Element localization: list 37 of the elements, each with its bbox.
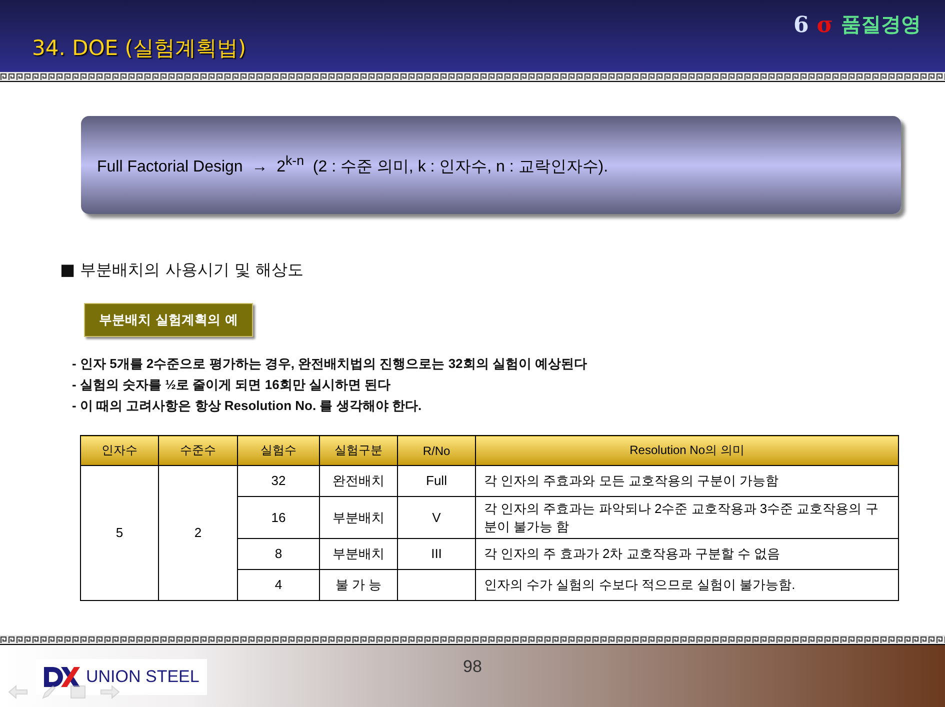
bullet-text: - 실험의 숫자를 ½로 줄이게 되면 16회만 실시하면 된다 (72, 376, 392, 394)
column-header: 실험구분 (320, 436, 398, 466)
column-header: R/No (398, 436, 476, 466)
example-label: 부분배치 실험계획의 예 (84, 303, 254, 337)
table-cell: 5 (80, 466, 158, 601)
table-cell: 16 (238, 496, 320, 539)
table-cell: III (398, 538, 476, 570)
brand-text: 품질경영 (841, 11, 921, 38)
table-cell: 각 인자의 주효과와 모든 교호작용의 구분이 가능함 (476, 466, 898, 496)
table-cell: 부분배치 (320, 538, 398, 570)
page-number: 98 (463, 657, 482, 678)
column-header: 인자수 (80, 436, 158, 466)
table-cell: V (398, 496, 476, 539)
table-cell: 8 (238, 538, 320, 570)
column-header: Resolution No의 의미 (476, 436, 898, 466)
brand-number: 6 (793, 12, 809, 38)
table-cell: 불 가 능 (320, 570, 398, 601)
section-heading: ■ 부분배치의 사용시기 및 해상도 (60, 260, 304, 281)
table-cell: 32 (238, 466, 320, 496)
table-cell: Full (398, 466, 476, 496)
bullet-text: - 인자 5개를 2수준으로 평가하는 경우, 완전배치법의 진행으로는 32회의 실험이 예상된다 (72, 355, 588, 373)
pen-icon[interactable] (42, 685, 56, 699)
table-cell: 완전배치 (320, 466, 398, 496)
logo-mark-icon (44, 665, 80, 689)
column-header: 수준수 (158, 436, 238, 466)
table-cell: 각 인자의 주 효과가 2차 교호작용과 구분할 수 없음 (476, 538, 898, 570)
logo-text: UNION STEEL (86, 667, 200, 687)
table-cell: 각 인자의 주효과는 파악되나 2수준 교호작용과 3수준 교호작용의 구분이 불가능 함 (476, 496, 898, 539)
formula-text: Full Factorial Design → 2$^{k-n}$ (2 : 수준 의미, k : 인자수, n : 교락인자수). (97, 152, 608, 178)
bullet-text: - 이 때의 고려사항은 항상 Resolution No. 를 생각해야 한다. (72, 397, 423, 415)
table-cell: 부분배치 (320, 496, 398, 539)
table-cell: 인자의 수가 실험의 수보다 적으므로 실험이 불가능함. (476, 570, 898, 601)
brand-sigma: σ (816, 12, 833, 38)
table-cell: 4 (238, 570, 320, 601)
column-header: 실험수 (238, 436, 320, 466)
slide-title: 34. DOE (실험계획법) (32, 35, 246, 62)
table-cell: 2 (158, 466, 238, 601)
